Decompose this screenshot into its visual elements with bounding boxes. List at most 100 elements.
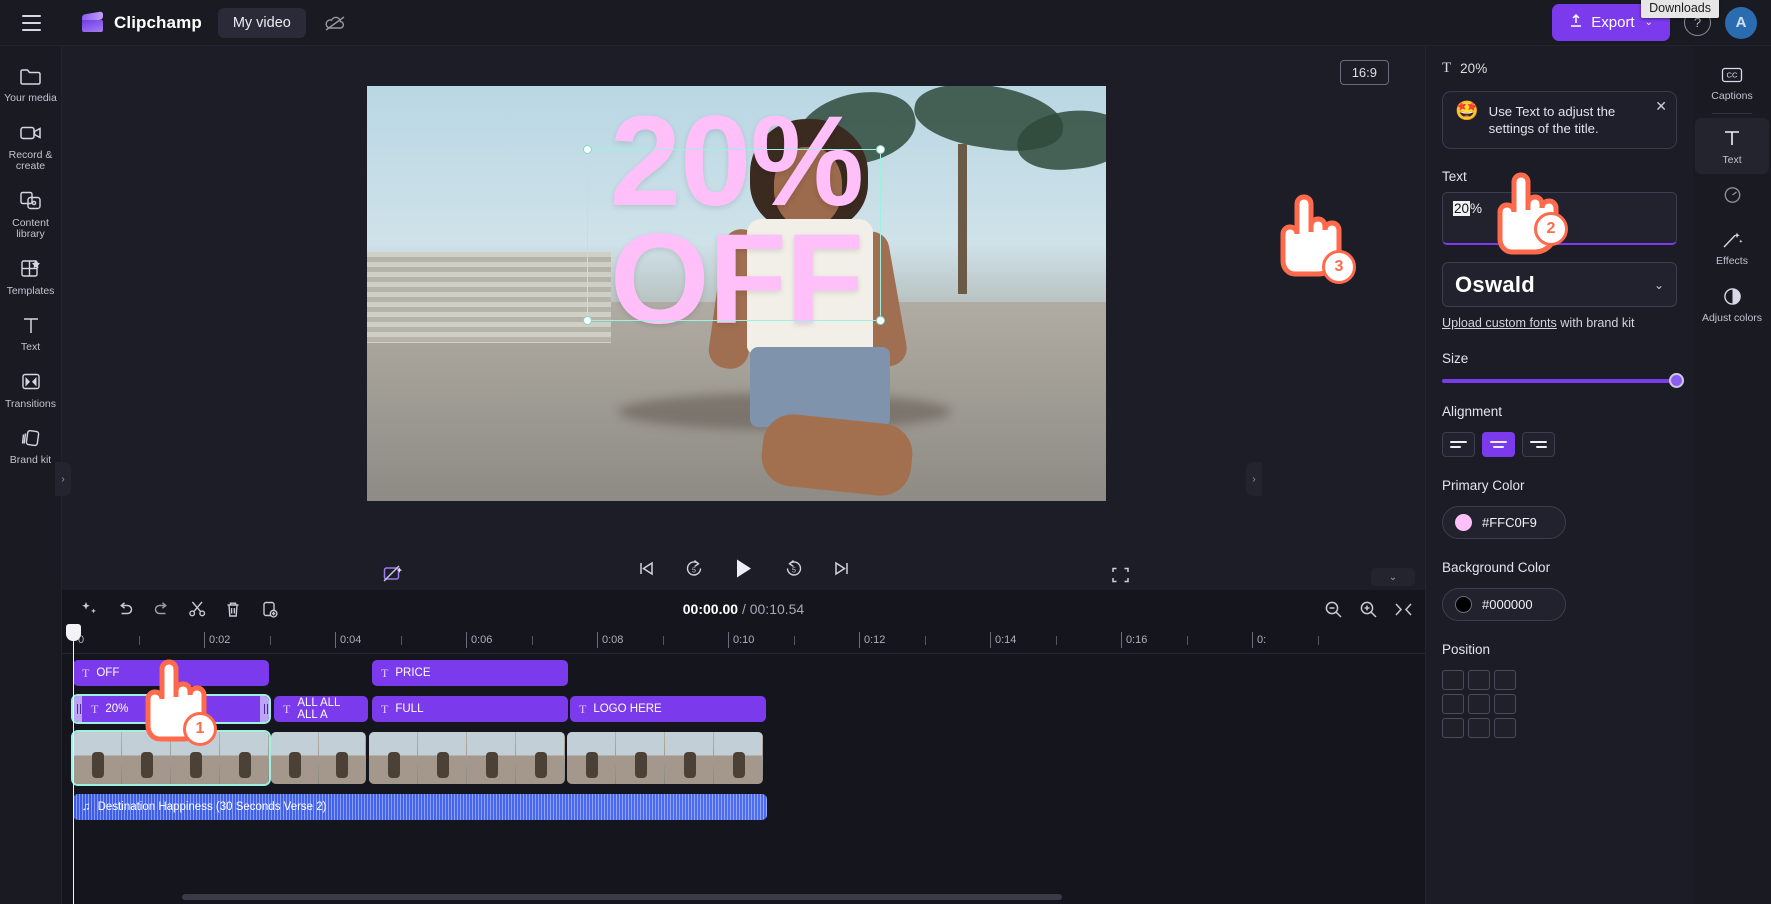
size-slider-knob[interactable]	[1669, 373, 1684, 388]
svg-text:CC: CC	[1727, 70, 1738, 79]
align-center-button[interactable]	[1482, 432, 1515, 457]
sidebar-item-templates[interactable]: Templates	[1, 249, 61, 304]
forward-5s-icon[interactable]: 5	[784, 559, 804, 578]
rail-label: Effects	[1716, 255, 1748, 267]
resize-handle-bottom-left[interactable]	[583, 316, 592, 325]
close-icon[interactable]: ✕	[1655, 99, 1667, 113]
fit-timeline-icon[interactable]	[1394, 601, 1413, 618]
upload-custom-fonts-link[interactable]: Upload custom fonts	[1442, 316, 1557, 330]
step-1-badge: 1	[183, 712, 217, 746]
collapse-right-panel-button[interactable]: ›	[1246, 462, 1262, 496]
skip-to-start-icon[interactable]	[637, 560, 656, 577]
clip-thumbnail	[271, 732, 318, 784]
video-clip[interactable]	[567, 732, 763, 784]
zoom-out-icon[interactable]	[1324, 600, 1343, 619]
undo-button[interactable]	[110, 594, 140, 624]
font-family-select[interactable]: Oswald ⌄	[1442, 262, 1677, 307]
delete-button[interactable]	[218, 594, 248, 624]
video-canvas[interactable]: 20% OFF	[367, 86, 1106, 501]
coach-tip-text: Use Text to adjust the settings of the t…	[1488, 104, 1616, 136]
audio-clip[interactable]: ♫ Destination Happiness (30 Seconds Verse…	[73, 794, 767, 820]
aspect-ratio-button[interactable]: 16:9	[1339, 60, 1389, 85]
ruler-tick-minor	[400, 636, 402, 645]
playhead[interactable]	[66, 624, 81, 904]
position-cell-bottom-right[interactable]	[1494, 718, 1516, 738]
text-selection-box[interactable]	[583, 145, 885, 325]
rail-item-effects[interactable]: Effects	[1695, 219, 1769, 276]
rail-item-captions[interactable]: CC Captions	[1695, 54, 1769, 111]
position-cell-middle-left[interactable]	[1442, 694, 1464, 714]
split-button[interactable]	[182, 594, 212, 624]
ruler-label: 0:16	[1126, 634, 1148, 646]
project-name-field[interactable]: My video	[217, 7, 306, 38]
size-label: Size	[1442, 351, 1469, 366]
svg-text:5: 5	[692, 568, 696, 575]
contrast-circle-icon	[1722, 284, 1743, 309]
rewind-5s-icon[interactable]: 5	[684, 559, 704, 578]
duplicate-button[interactable]	[254, 594, 284, 624]
speed-icon	[1722, 182, 1743, 207]
align-left-button[interactable]	[1442, 432, 1475, 457]
properties-header: T 20%	[1442, 60, 1677, 77]
position-cell-middle-center[interactable]	[1468, 694, 1490, 714]
resize-handle-top-right[interactable]	[876, 145, 885, 154]
captions-cc-icon: CC	[1720, 62, 1744, 87]
resize-handle-top-left[interactable]	[583, 145, 592, 154]
video-clip[interactable]	[71, 730, 271, 786]
video-clip[interactable]	[369, 732, 565, 784]
rail-item-text[interactable]: Text	[1695, 117, 1769, 174]
hamburger-menu-icon[interactable]	[14, 6, 48, 40]
collapse-left-panel-button[interactable]: ›	[55, 462, 71, 496]
position-cell-bottom-center[interactable]	[1468, 718, 1490, 738]
cloud-off-icon[interactable]	[322, 10, 348, 36]
position-grid	[1442, 670, 1677, 738]
position-cell-bottom-left[interactable]	[1442, 718, 1464, 738]
position-cell-top-right[interactable]	[1494, 670, 1516, 690]
clip-trim-handle-left[interactable]	[73, 696, 82, 722]
sidebar-item-transitions[interactable]: Transitions	[1, 362, 61, 417]
rail-item-adjust-colors[interactable]: Adjust colors	[1695, 276, 1769, 333]
redo-button[interactable]	[146, 594, 176, 624]
position-cell-middle-right[interactable]	[1494, 694, 1516, 714]
ruler-tick	[728, 632, 729, 648]
primary-color-picker[interactable]: #FFC0F9	[1442, 506, 1566, 539]
timeline-clip[interactable]: T ALL ALL ALL A	[274, 696, 368, 722]
sidebar-item-record-create[interactable]: Record & create	[1, 113, 61, 179]
rail-item-speed[interactable]	[1695, 174, 1769, 219]
auto-enhance-icon[interactable]	[382, 564, 404, 589]
ai-magic-button[interactable]	[74, 594, 104, 624]
text-t-icon: T	[91, 701, 99, 716]
timeline-clip[interactable]: T 20%	[71, 694, 271, 724]
size-slider[interactable]	[1442, 373, 1684, 388]
timeline-clip[interactable]: T PRICE	[372, 660, 568, 686]
collapse-timeline-button[interactable]: ⌄	[1371, 568, 1415, 586]
timeline-clip[interactable]: T OFF	[73, 660, 269, 686]
resize-handle-bottom-right[interactable]	[876, 316, 885, 325]
upload-arrow-icon	[1569, 13, 1583, 32]
text-icon	[21, 312, 41, 338]
skip-to-end-icon[interactable]	[832, 560, 851, 577]
align-right-button[interactable]	[1522, 432, 1555, 457]
rail-label: Captions	[1711, 90, 1753, 102]
star-struck-emoji-icon: 🤩	[1455, 101, 1479, 122]
fullscreen-icon[interactable]	[1111, 566, 1130, 589]
timeline-clip[interactable]: T FULL	[372, 696, 568, 722]
position-cell-top-left[interactable]	[1442, 670, 1464, 690]
sidebar-item-text[interactable]: Text	[1, 305, 61, 360]
sidebar-item-brand-kit[interactable]: Brand kit	[1, 418, 61, 473]
position-cell-top-center[interactable]	[1468, 670, 1490, 690]
timeline-horizontal-scrollbar[interactable]	[182, 894, 1062, 900]
background-color-picker[interactable]: #000000	[1442, 588, 1566, 621]
clip-label: Destination Happiness (30 Seconds Verse …	[97, 801, 327, 813]
timeline-ruler[interactable]: 0 0:02 0:04 0:06 0:08 0:10 0:12 0:14 0:16 0:	[62, 628, 1425, 654]
timeline-clip[interactable]: T LOGO HERE	[570, 696, 766, 722]
sidebar-item-content-library[interactable]: Content library	[1, 181, 61, 247]
avatar[interactable]: A	[1725, 6, 1757, 39]
sidebar-item-your-media[interactable]: Your media	[1, 56, 61, 111]
clip-trim-handle-right[interactable]	[260, 696, 269, 722]
clip-thumbnail	[467, 732, 515, 784]
text-input-selection: 20	[1453, 201, 1471, 216]
play-button[interactable]	[732, 556, 756, 581]
video-clip[interactable]	[271, 732, 366, 784]
zoom-in-icon[interactable]	[1359, 600, 1378, 619]
